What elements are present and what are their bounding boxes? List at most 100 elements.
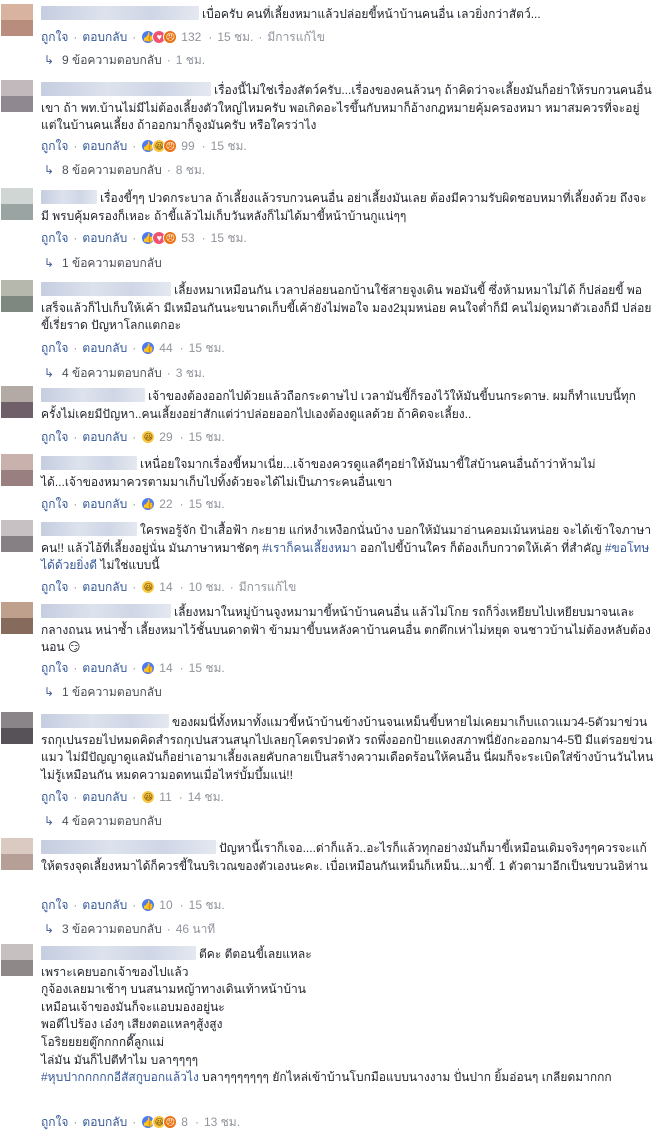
reactions[interactable]: 👍 bbox=[141, 341, 156, 355]
reaction-count[interactable]: 132 bbox=[181, 29, 201, 45]
like-link[interactable]: ถูกใจ bbox=[41, 230, 68, 246]
reactions[interactable]: 👍 😆 😠 bbox=[141, 139, 178, 153]
reply-arrow-icon: ↳ bbox=[44, 53, 55, 67]
commenter-name[interactable] bbox=[41, 714, 169, 728]
timestamp[interactable]: 15 ชม. bbox=[189, 340, 225, 356]
reaction-count[interactable]: 14 bbox=[159, 660, 172, 676]
reaction-count[interactable]: 10 bbox=[159, 897, 172, 913]
reply-link[interactable]: ตอบกลับ bbox=[82, 429, 127, 445]
avatar[interactable] bbox=[1, 454, 33, 486]
hashtag-link[interactable]: #เราก็คนเลี้ยงหมา bbox=[262, 541, 356, 555]
avatar[interactable] bbox=[1, 712, 33, 744]
reply-link[interactable]: ตอบกลับ bbox=[82, 1114, 127, 1130]
commenter-name[interactable] bbox=[41, 282, 171, 296]
timestamp[interactable]: 15 ชม. bbox=[189, 429, 225, 445]
commenter-name[interactable] bbox=[41, 456, 137, 470]
view-replies-link[interactable]: 3 ข้อความตอบกลับ bbox=[62, 921, 162, 937]
comment-text: เรื่องขี้ๆๆ ปวดกระบาล ถ้าเลี้ยงแล้วรบกวน… bbox=[41, 191, 647, 223]
edited-label[interactable]: มีการแก้ไข bbox=[267, 29, 325, 45]
reaction-count[interactable]: 29 bbox=[159, 429, 172, 445]
reply-link[interactable]: ตอบกลับ bbox=[82, 897, 127, 913]
comment-text: ตีคะ ตีตอนขี้เลยแหละ bbox=[199, 947, 312, 961]
avatar[interactable] bbox=[1, 4, 33, 36]
reactions[interactable]: 😆 bbox=[141, 580, 156, 594]
view-replies-link[interactable]: 4 ข้อความตอบกลับ bbox=[62, 365, 162, 381]
reaction-count[interactable]: 8 bbox=[181, 1114, 188, 1130]
timestamp[interactable]: 15 ชม. bbox=[189, 897, 225, 913]
like-link[interactable]: ถูกใจ bbox=[41, 789, 68, 805]
commenter-name[interactable] bbox=[41, 522, 137, 536]
like-link[interactable]: ถูกใจ bbox=[41, 29, 68, 45]
reply-link[interactable]: ตอบกลับ bbox=[82, 660, 127, 676]
commenter-name[interactable] bbox=[41, 840, 216, 854]
timestamp[interactable]: 10 ชม. bbox=[189, 579, 225, 595]
view-replies-link[interactable]: 1 ข้อความตอบกลับ bbox=[62, 255, 162, 271]
reactions[interactable]: 👍 😆 😠 bbox=[141, 1115, 178, 1129]
timestamp[interactable]: 15 ชม. bbox=[217, 29, 253, 45]
avatar[interactable] bbox=[1, 838, 33, 870]
reaction-count[interactable]: 44 bbox=[159, 340, 172, 356]
avatar[interactable] bbox=[1, 602, 33, 634]
reply-link[interactable]: ตอบกลับ bbox=[82, 29, 127, 45]
timestamp[interactable]: 14 ชม. bbox=[188, 789, 224, 805]
commenter-name[interactable] bbox=[41, 604, 171, 618]
commenter-name[interactable] bbox=[41, 82, 211, 96]
timestamp[interactable]: 15 ชม. bbox=[211, 138, 247, 154]
replies-time: 3 ชม. bbox=[175, 366, 206, 380]
reactions[interactable]: 👍 bbox=[141, 661, 156, 675]
hashtag-link[interactable]: #หุบปากกกกกอีสัสกูบอกแล้วไง bbox=[41, 1070, 199, 1084]
like-link[interactable]: ถูกใจ bbox=[41, 579, 68, 595]
view-replies-link[interactable]: 4 ข้อความตอบกลับ bbox=[62, 813, 162, 829]
like-link[interactable]: ถูกใจ bbox=[41, 660, 68, 676]
like-link[interactable]: ถูกใจ bbox=[41, 897, 68, 913]
avatar[interactable] bbox=[1, 188, 33, 220]
replies-time: 46 นาที bbox=[175, 922, 216, 936]
angry-reaction-icon: 😠 bbox=[163, 30, 178, 44]
commenter-name[interactable] bbox=[41, 388, 145, 402]
avatar[interactable] bbox=[1, 280, 33, 312]
reply-link[interactable]: ตอบกลับ bbox=[82, 579, 127, 595]
avatar[interactable] bbox=[1, 386, 33, 418]
reply-arrow-icon: ↳ bbox=[44, 685, 55, 699]
like-link[interactable]: ถูกใจ bbox=[41, 340, 68, 356]
avatar[interactable] bbox=[1, 520, 33, 552]
reaction-count[interactable]: 22 bbox=[159, 496, 172, 512]
like-link[interactable]: ถูกใจ bbox=[41, 429, 68, 445]
edited-label[interactable]: มีการแก้ไข bbox=[239, 579, 297, 595]
timestamp[interactable]: 15 ชม. bbox=[189, 496, 225, 512]
view-replies-link[interactable]: 1 ข้อความตอบกลับ bbox=[62, 684, 162, 700]
like-link[interactable]: ถูกใจ bbox=[41, 138, 68, 154]
reactions[interactable]: 👍 bbox=[141, 497, 156, 511]
reactions[interactable]: 👍 bbox=[141, 898, 156, 912]
reply-link[interactable]: ตอบกลับ bbox=[82, 789, 127, 805]
reply-link[interactable]: ตอบกลับ bbox=[82, 230, 127, 246]
reactions[interactable]: 👍 ♥ 😠 bbox=[141, 231, 178, 245]
angry-reaction-icon: 😠 bbox=[163, 1115, 178, 1129]
view-replies-link[interactable]: 8 ข้อความตอบกลับ bbox=[62, 162, 162, 178]
commenter-name[interactable] bbox=[41, 946, 196, 960]
reply-link[interactable]: ตอบกลับ bbox=[82, 340, 127, 356]
reactions[interactable]: 😆 bbox=[141, 430, 156, 444]
reply-link[interactable]: ตอบกลับ bbox=[82, 496, 127, 512]
timestamp[interactable]: 15 ชม. bbox=[189, 660, 225, 676]
reaction-count[interactable]: 99 bbox=[181, 138, 194, 154]
like-link[interactable]: ถูกใจ bbox=[41, 1114, 68, 1130]
timestamp[interactable]: 15 ชม. bbox=[211, 230, 247, 246]
like-link[interactable]: ถูกใจ bbox=[41, 496, 68, 512]
reaction-count[interactable]: 11 bbox=[159, 789, 171, 805]
reactions[interactable]: 😆 bbox=[141, 790, 156, 804]
avatar[interactable] bbox=[1, 944, 33, 976]
reaction-count[interactable]: 14 bbox=[159, 579, 172, 595]
timestamp[interactable]: 13 ชม. bbox=[204, 1114, 240, 1130]
reply-arrow-icon: ↳ bbox=[44, 922, 55, 936]
avatar[interactable] bbox=[1, 80, 33, 112]
reply-link[interactable]: ตอบกลับ bbox=[82, 138, 127, 154]
haha-reaction-icon: 😆 bbox=[141, 580, 156, 594]
commenter-name[interactable] bbox=[41, 6, 199, 20]
view-replies-link[interactable]: 9 ข้อความตอบกลับ bbox=[62, 52, 162, 68]
reaction-count[interactable]: 53 bbox=[181, 230, 194, 246]
reply-arrow-icon: ↳ bbox=[44, 256, 55, 270]
reactions[interactable]: 👍 ♥ 😠 bbox=[141, 30, 178, 44]
commenter-name[interactable] bbox=[41, 190, 97, 204]
like-reaction-icon: 👍 bbox=[141, 661, 156, 675]
